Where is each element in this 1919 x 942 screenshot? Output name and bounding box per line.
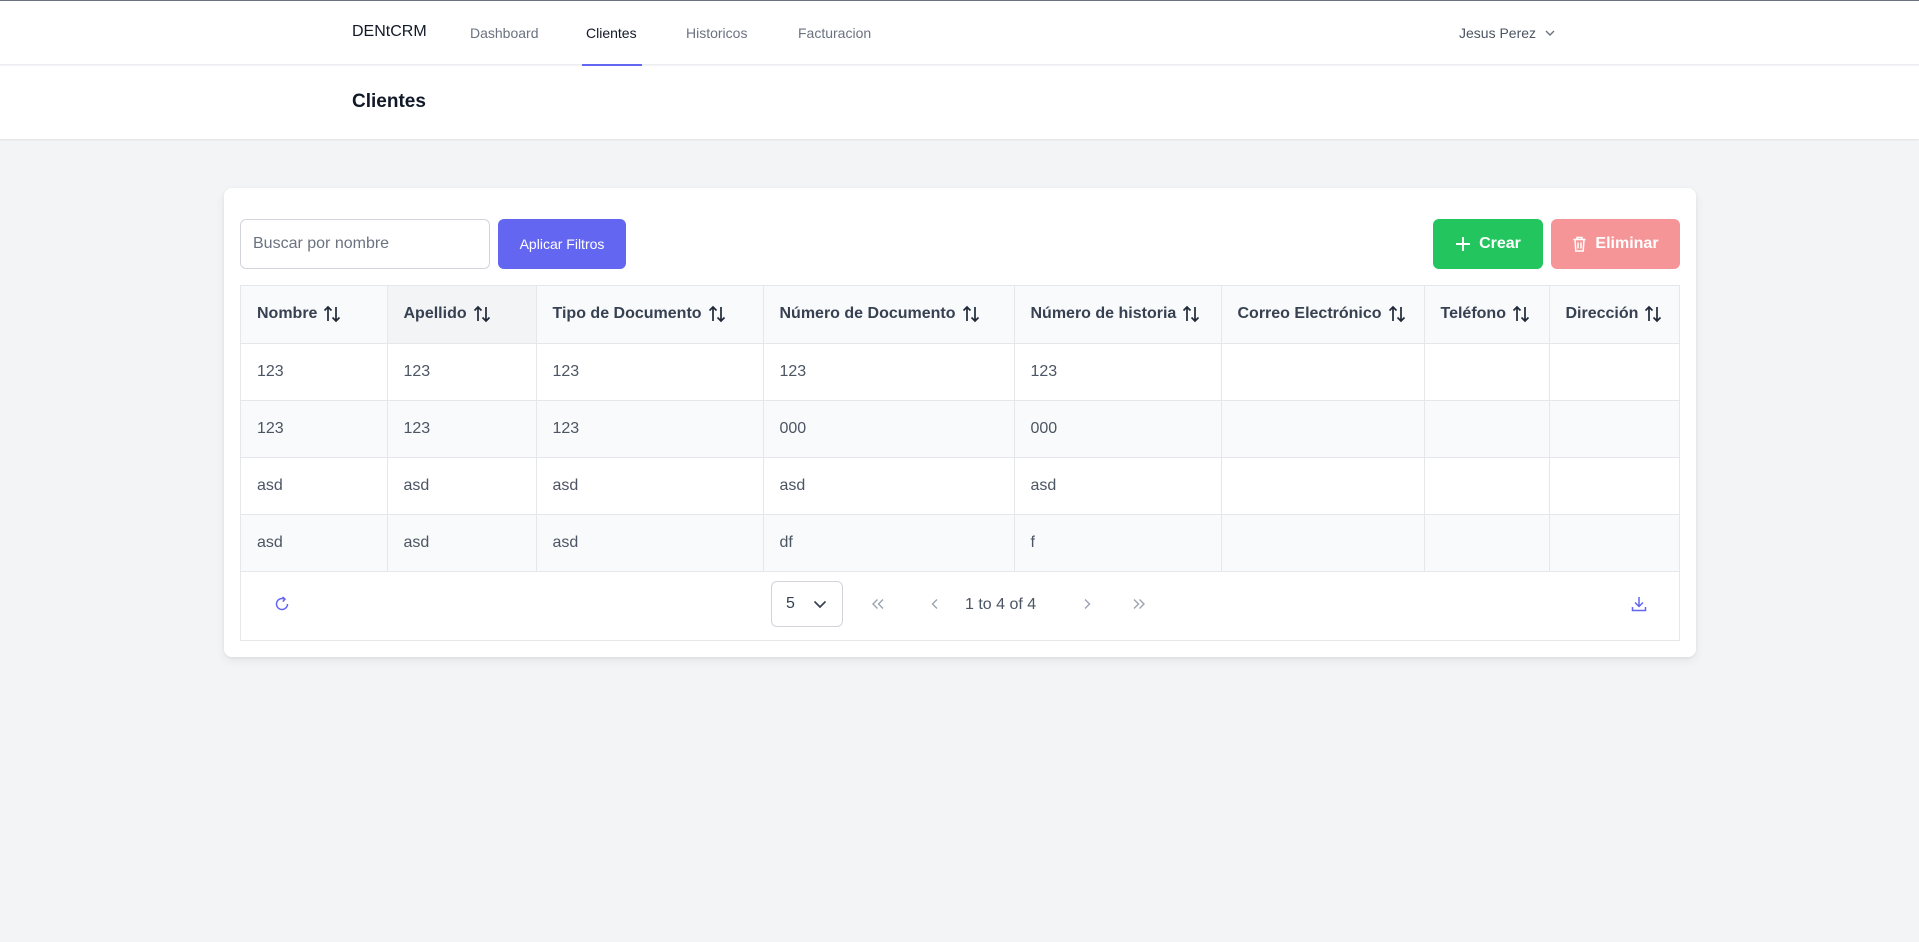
paginator: 5 1 to 4 of 4 (241, 570, 1679, 640)
sort-icon (473, 305, 490, 323)
delete-button-label: Eliminar (1595, 235, 1659, 252)
create-button-label: Crear (1479, 235, 1521, 252)
table-cell: asd (241, 457, 388, 515)
plus-icon (1456, 237, 1471, 251)
column-header-tipo-documento[interactable]: Tipo de Documento (536, 286, 764, 344)
sort-icon (324, 305, 341, 323)
table-cell: 000 (763, 400, 1015, 458)
table-cell: 123 (241, 400, 388, 458)
user-name: Jesus Perez (1459, 25, 1537, 41)
table-row[interactable]: 123 123 123 123 123 (241, 343, 1679, 401)
table-cell (1424, 457, 1550, 515)
table-cell: 123 (387, 400, 537, 458)
column-header-numero-historia[interactable]: Número de historia (1014, 286, 1222, 344)
column-header-nombre[interactable]: Nombre (241, 286, 388, 344)
table-cell (1424, 343, 1550, 401)
page-header: Clientes (0, 66, 1919, 139)
sort-icon (1183, 305, 1200, 323)
nav-link-clientes[interactable]: Clientes (586, 25, 637, 41)
column-header-correo[interactable]: Correo Electrónico (1221, 286, 1425, 344)
table-cell: f (1014, 514, 1222, 572)
table-cell (1549, 343, 1679, 401)
rows-per-page-value: 5 (786, 595, 795, 612)
nav-link-historicos[interactable]: Historicos (686, 25, 747, 41)
table-cell: 000 (1014, 400, 1222, 458)
table-cell: 123 (763, 343, 1015, 401)
table-cell (1424, 400, 1550, 458)
top-navbar: DENtCRM Dashboard Clientes Historicos Fa… (0, 1, 1919, 66)
table-cell (1549, 514, 1679, 572)
page-title: Clientes (352, 91, 426, 112)
create-button[interactable]: Crear (1433, 219, 1543, 269)
brand-logo[interactable]: DENtCRM (352, 23, 427, 41)
page-report: 1 to 4 of 4 (965, 596, 1037, 613)
table-cell: asd (763, 457, 1015, 515)
chevron-down-icon (813, 600, 827, 609)
table-cell: asd (241, 514, 388, 572)
rows-per-page-select[interactable]: 5 (771, 581, 843, 627)
clients-table: Nombre Apellido Tipo de Documento Número… (240, 285, 1680, 641)
table-cell: 123 (1014, 343, 1222, 401)
column-header-telefono[interactable]: Teléfono (1424, 286, 1550, 344)
last-page-icon[interactable] (1130, 595, 1148, 613)
trash-icon (1573, 236, 1586, 252)
table-cell (1549, 400, 1679, 458)
sort-icon (1645, 305, 1662, 323)
sort-icon (1388, 305, 1405, 323)
column-header-apellido[interactable]: Apellido (387, 286, 537, 344)
table-cell: asd (387, 514, 537, 572)
table-cell (1549, 457, 1679, 515)
nav-link-facturacion[interactable]: Facturacion (798, 25, 871, 41)
table-cell (1221, 457, 1425, 515)
table-cell: asd (1014, 457, 1222, 515)
table-cell: 123 (387, 343, 537, 401)
sort-icon (708, 305, 725, 323)
table-cell: df (763, 514, 1015, 572)
column-header-direccion[interactable]: Dirección (1549, 286, 1679, 344)
user-menu[interactable]: Jesus Perez (1459, 25, 1556, 41)
next-page-icon[interactable] (1078, 595, 1096, 613)
table-cell: asd (387, 457, 537, 515)
table-cell (1221, 343, 1425, 401)
sort-icon (962, 305, 979, 323)
table-row[interactable]: asd asd asd df f (241, 514, 1679, 572)
table-cell (1424, 514, 1550, 572)
first-page-icon[interactable] (869, 595, 887, 613)
download-icon[interactable] (1630, 595, 1648, 613)
chevron-down-icon (1545, 30, 1555, 36)
table-cell: 123 (241, 343, 388, 401)
table-cell (1221, 400, 1425, 458)
table-row[interactable]: 123 123 123 000 000 (241, 400, 1679, 458)
table-cell: 123 (536, 343, 764, 401)
table-cell: asd (536, 514, 764, 572)
refresh-icon[interactable] (273, 595, 291, 613)
table-cell: asd (536, 457, 764, 515)
search-input[interactable] (240, 219, 490, 269)
sort-icon (1512, 305, 1530, 323)
table-cell (1221, 514, 1425, 572)
column-header-numero-documento[interactable]: Número de Documento (763, 286, 1015, 344)
table-cell: 123 (536, 400, 764, 458)
table-row[interactable]: asd asd asd asd asd (241, 457, 1679, 515)
nav-link-dashboard[interactable]: Dashboard (470, 25, 539, 41)
table-header-row: Nombre Apellido Tipo de Documento Número… (241, 286, 1679, 344)
clients-card: Aplicar Filtros Crear Eliminar Nombre Ap… (224, 188, 1696, 657)
delete-button[interactable]: Eliminar (1551, 219, 1680, 269)
prev-page-icon[interactable] (926, 595, 944, 613)
apply-filters-button[interactable]: Aplicar Filtros (498, 219, 626, 269)
